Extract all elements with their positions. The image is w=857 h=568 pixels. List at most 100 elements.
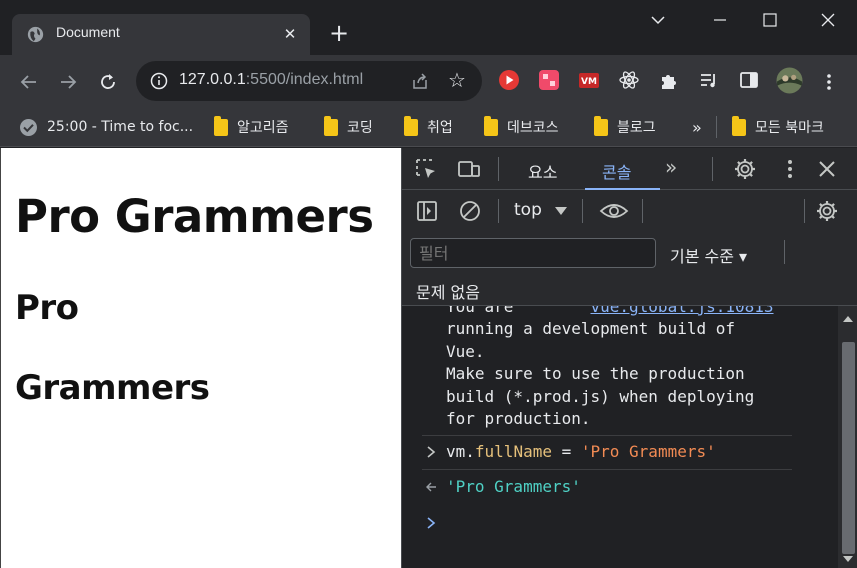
toolbar-separator xyxy=(712,157,713,181)
bookmark-label: 알고리즘 xyxy=(237,120,289,136)
devtools-panel: 요소 콘솔 » top 기본 수준 ▾ 문제 없음 xyxy=(401,148,857,568)
puzzle-game-extension-icon[interactable] xyxy=(538,69,560,91)
arrow-right-icon xyxy=(61,75,77,89)
input-property: fullName xyxy=(474,442,552,461)
kebab-menu-icon xyxy=(827,74,831,90)
context-selector[interactable]: top xyxy=(514,200,542,220)
media-queue-icon[interactable] xyxy=(698,69,720,91)
url-text: 127.0.0.1:5500/index.html xyxy=(179,71,363,89)
toolbar-separator xyxy=(498,199,499,223)
page-subheading-grammers: Grammers xyxy=(15,368,210,408)
tab-elements[interactable]: 요소 xyxy=(528,159,557,183)
folder-icon xyxy=(404,115,418,136)
console-message-line: for production. xyxy=(446,409,591,428)
bookmarks-overflow-button[interactable]: » xyxy=(692,116,702,138)
browser-window: Document ✕ + 127.0.0.1:5500/index.html ☆… xyxy=(0,0,857,568)
more-tabs-button[interactable]: » xyxy=(665,155,677,179)
eye-icon[interactable] xyxy=(599,199,629,223)
bookmark-folder[interactable]: 블로그 xyxy=(594,115,656,138)
youtube-extension-icon[interactable] xyxy=(498,69,520,91)
close-devtools-icon[interactable] xyxy=(815,157,839,181)
bookmark-label: 블로그 xyxy=(617,120,656,136)
scrollbar-thumb[interactable] xyxy=(842,342,855,554)
console-return-value: 'Pro Grammers' xyxy=(446,477,581,496)
info-icon[interactable] xyxy=(150,72,168,90)
bookmarks-bar: 25:00 - Time to foc... 알고리즘 코딩 취업 데브코스 블… xyxy=(0,107,857,147)
inspect-element-icon[interactable] xyxy=(414,157,438,181)
console-input-line[interactable]: vm.fullName = 'Pro Grammers' xyxy=(446,441,716,464)
tab-strip: Document ✕ + xyxy=(0,0,857,55)
kebab-menu-icon[interactable] xyxy=(778,157,802,181)
toolbar-separator xyxy=(784,240,785,264)
side-panel-icon[interactable] xyxy=(738,69,760,91)
page-heading: Pro Grammers xyxy=(15,190,374,243)
reload-button[interactable] xyxy=(95,69,121,95)
bookmark-label: 취업 xyxy=(427,120,453,136)
tab-document[interactable]: Document ✕ xyxy=(12,14,310,55)
devtools-tab-bar: 요소 콘솔 » xyxy=(402,148,857,190)
new-tab-button[interactable]: + xyxy=(325,20,353,48)
maximize-icon xyxy=(763,13,777,27)
device-toolbar-icon[interactable] xyxy=(457,157,481,181)
extensions-puzzle-icon[interactable] xyxy=(658,69,680,91)
console-text: You are xyxy=(446,306,514,316)
console-scrollbar[interactable] xyxy=(838,306,857,568)
input-operator: = xyxy=(551,442,581,461)
console-message-line: Make sure to use the production xyxy=(446,364,745,383)
share-icon[interactable] xyxy=(410,71,430,91)
minimize-button[interactable] xyxy=(700,6,740,34)
tab-search-button[interactable] xyxy=(638,6,678,34)
console-divider xyxy=(422,469,792,470)
maximize-button[interactable] xyxy=(750,6,790,34)
console-divider xyxy=(422,435,792,436)
toolbar-separator xyxy=(498,157,499,181)
window-close-button[interactable] xyxy=(808,6,848,34)
folder-icon xyxy=(594,115,608,136)
all-bookmarks-folder[interactable]: 모든 북마크 xyxy=(732,115,824,138)
globe-icon xyxy=(27,26,44,43)
browser-toolbar: 127.0.0.1:5500/index.html ☆ VM xyxy=(0,55,857,107)
filter-input[interactable] xyxy=(410,238,656,268)
bookmark-folder[interactable]: 데브코스 xyxy=(484,115,559,138)
profile-avatar[interactable] xyxy=(776,67,803,94)
console-message-line: running a development build of xyxy=(446,319,735,338)
clear-console-icon[interactable] xyxy=(458,199,482,223)
bookmark-star-icon[interactable]: ☆ xyxy=(448,68,466,92)
bookmark-folder[interactable]: 취업 xyxy=(404,115,453,138)
reload-icon xyxy=(101,74,115,89)
scroll-down-arrow-icon[interactable] xyxy=(843,556,853,562)
bookmark-item[interactable]: 25:00 - Time to foc... xyxy=(19,116,193,138)
bookmark-folder[interactable]: 알고리즘 xyxy=(214,115,289,138)
url-path: :5500/index.html xyxy=(245,71,364,88)
minimize-icon xyxy=(714,19,726,21)
console-output: You are vue.global.js:10813 running a de… xyxy=(402,306,838,568)
react-devtools-icon[interactable] xyxy=(618,69,640,91)
svg-text:VM: VM xyxy=(581,77,597,87)
source-link[interactable]: vue.global.js:10813 xyxy=(591,306,774,316)
console-settings-gear-icon[interactable] xyxy=(815,199,839,223)
menu-button[interactable] xyxy=(816,69,842,95)
prompt-chevron-icon[interactable] xyxy=(426,516,436,530)
toolbar-separator xyxy=(642,199,643,223)
forward-button[interactable] xyxy=(55,69,81,95)
address-bar[interactable]: 127.0.0.1:5500/index.html ☆ xyxy=(136,61,482,101)
close-icon[interactable]: ✕ xyxy=(280,24,300,44)
chevron-down-icon[interactable] xyxy=(555,207,567,215)
url-host: 127.0.0.1 xyxy=(179,71,246,88)
vm-extension-icon[interactable]: VM xyxy=(578,69,600,91)
overflow-label: » xyxy=(692,117,702,137)
sidebar-toggle-icon[interactable] xyxy=(415,199,439,223)
bookmark-label: 데브코스 xyxy=(507,120,559,136)
arrow-left-icon xyxy=(20,75,36,89)
back-button[interactable] xyxy=(16,69,42,95)
page-subheading-pro: Pro xyxy=(15,288,79,328)
bookmark-folder[interactable]: 코딩 xyxy=(324,115,373,138)
scroll-up-arrow-icon[interactable] xyxy=(843,316,853,322)
input-object: vm. xyxy=(446,442,475,461)
return-value-icon xyxy=(426,482,436,492)
settings-gear-icon[interactable] xyxy=(733,157,757,181)
log-levels-dropdown[interactable]: 기본 수준 ▾ xyxy=(670,243,747,267)
console-message-partial: You are vue.global.js:10813 xyxy=(446,306,774,319)
input-chevron-icon xyxy=(427,446,436,458)
tab-console[interactable]: 콘솔 xyxy=(602,159,631,183)
